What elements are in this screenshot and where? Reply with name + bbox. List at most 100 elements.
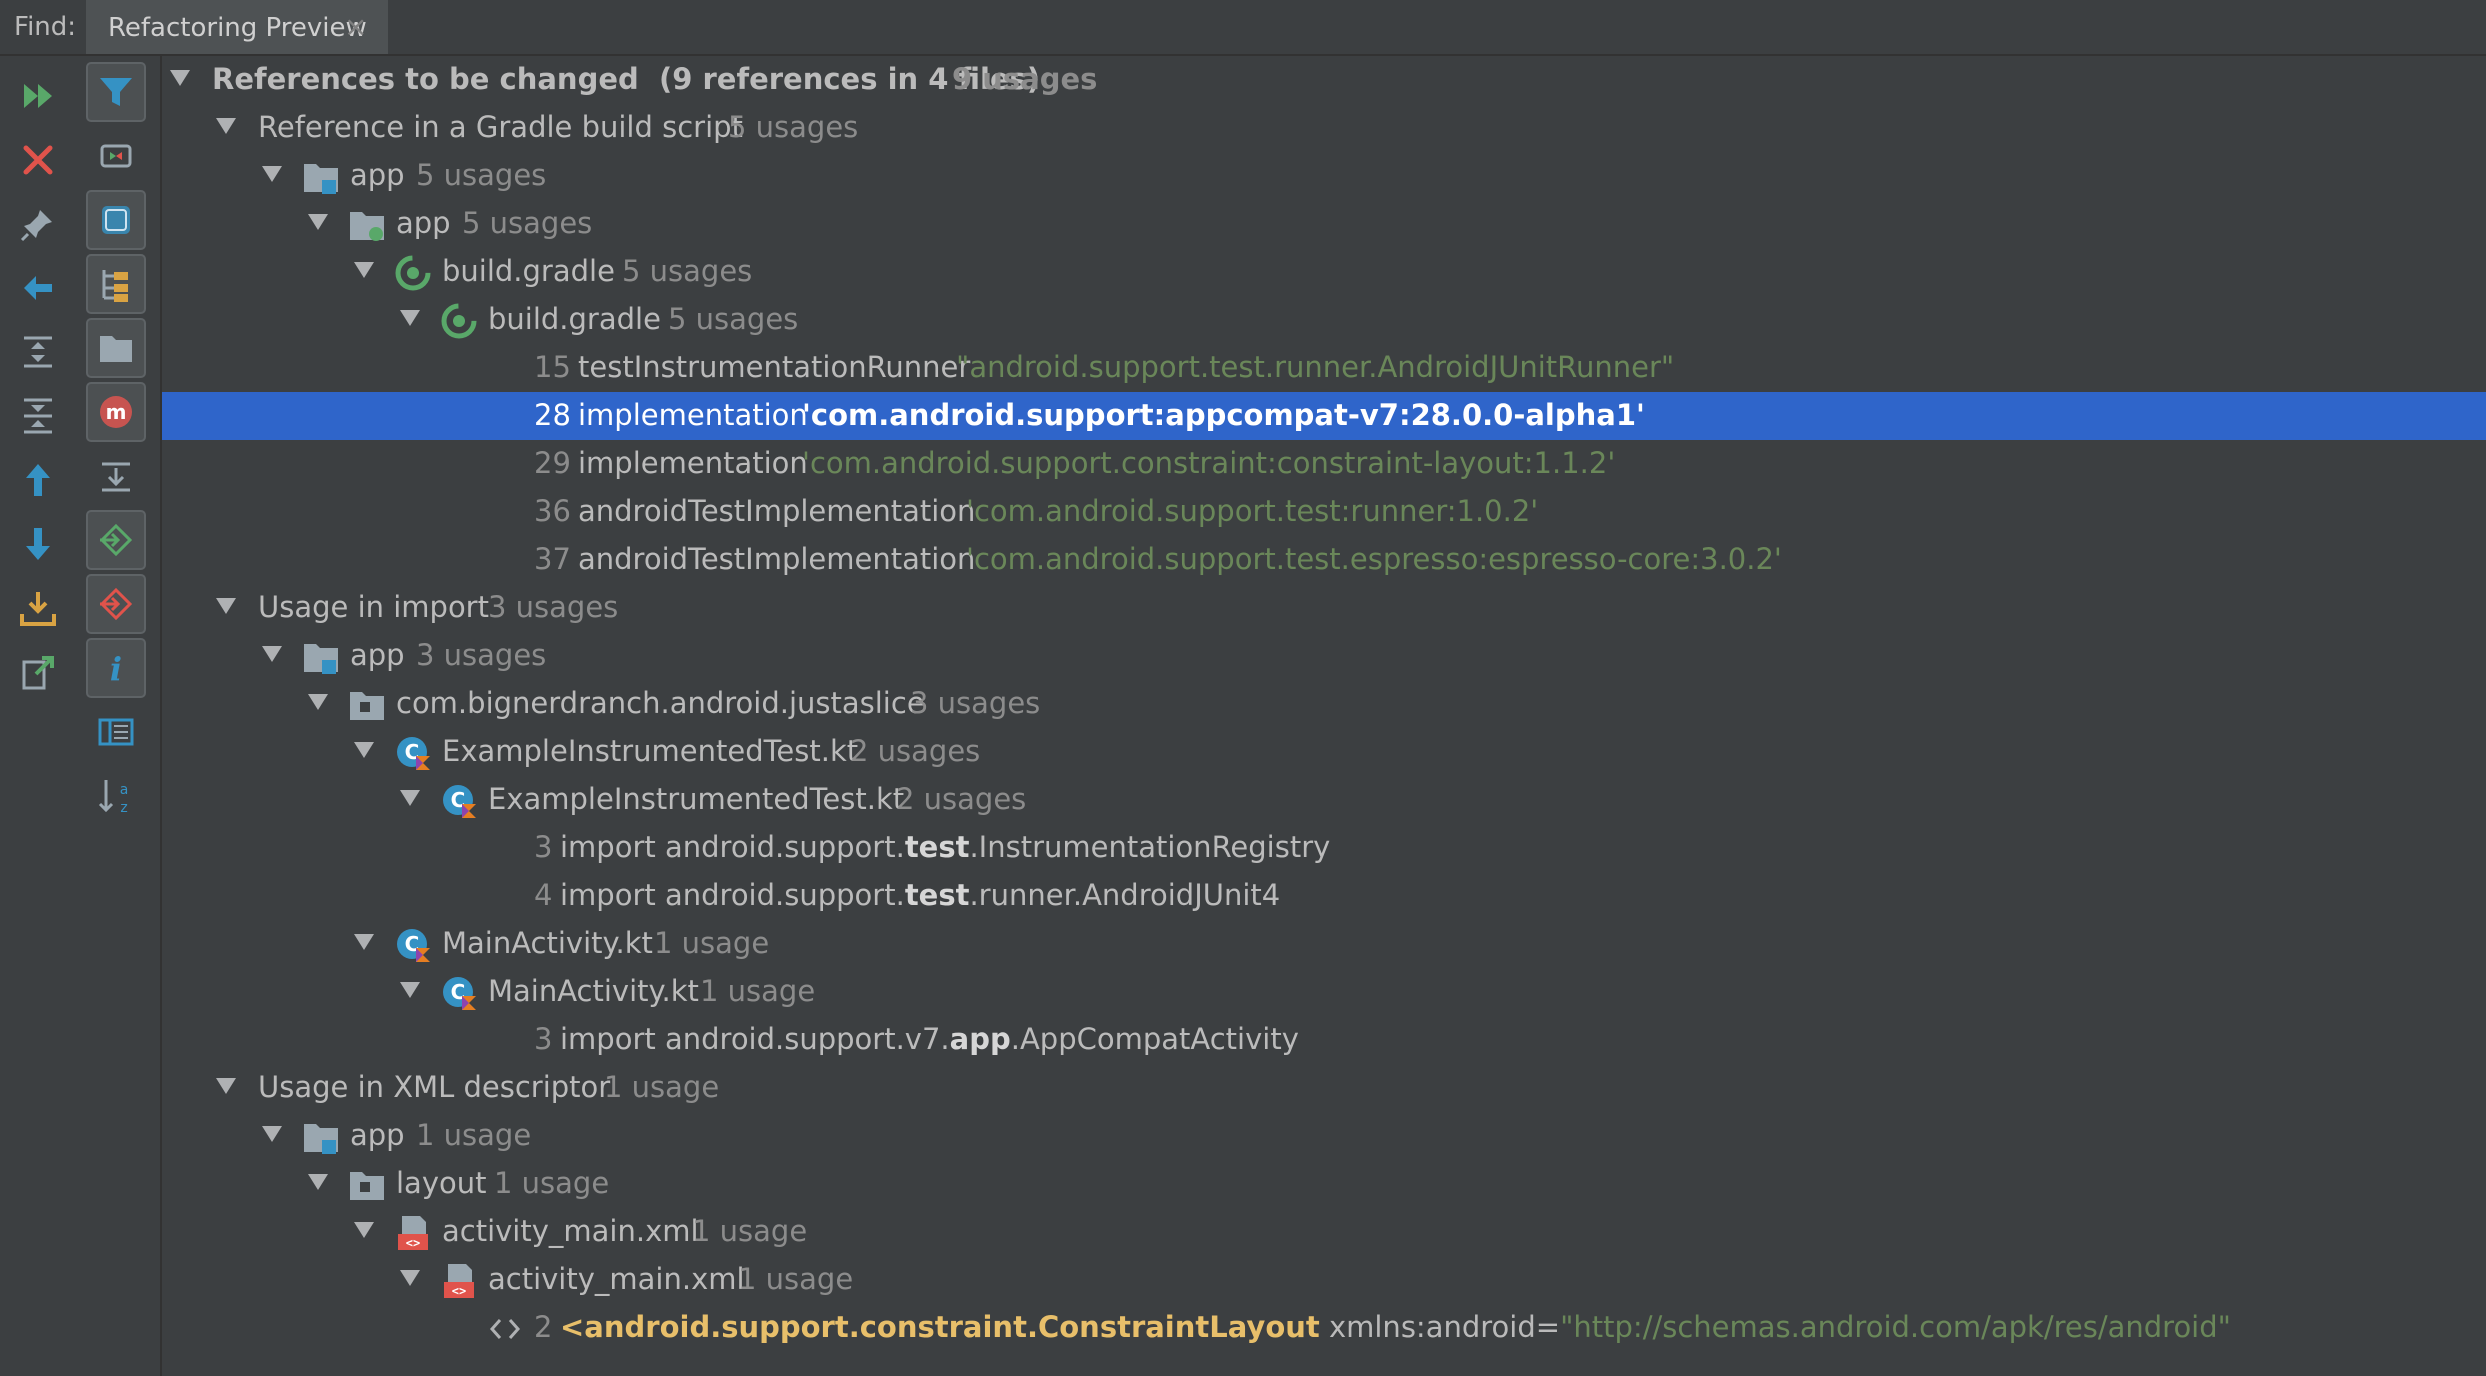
tree-node-file[interactable]: ExampleInstrumentedTest.kt 2 usages [162, 728, 2486, 776]
code-text: testInstrumentationRunner [578, 350, 971, 384]
tree-node-file[interactable]: MainActivity.kt 1 usage [162, 920, 2486, 968]
gradle-icon [394, 254, 432, 292]
expand-arrow-icon[interactable] [398, 786, 422, 810]
node-label: ExampleInstrumentedTest.kt [442, 734, 859, 768]
tree-node-file[interactable]: build.gradle 5 usages [162, 296, 2486, 344]
tree-node-gradle-usages[interactable]: Reference in a Gradle build script 5 usa… [162, 104, 2486, 152]
usage-line[interactable]: 3 import android.support.test.Instrument… [162, 824, 2486, 872]
line-number: 4 [534, 878, 553, 912]
code-line: import android.support.test.Instrumentat… [560, 830, 1330, 864]
group-by-module-icon[interactable] [86, 190, 146, 250]
grouping-toolbar: m i az [78, 56, 162, 1376]
close-icon[interactable] [14, 136, 62, 184]
expand-arrow-icon[interactable] [398, 978, 422, 1002]
highlight: app [949, 1022, 1011, 1056]
node-label: References to be changed (9 references i… [212, 62, 1041, 96]
node-label: com.bignerdranch.android.justaslice [396, 686, 925, 720]
up-icon[interactable] [14, 456, 62, 504]
expand-arrow-icon[interactable] [306, 1170, 330, 1194]
node-count: 1 usage [738, 1262, 854, 1296]
merge-icon[interactable] [86, 446, 146, 506]
node-label: build.gradle [488, 302, 661, 336]
expand-arrow-icon[interactable] [260, 162, 284, 186]
tree-node-file[interactable]: activity_main.xml 1 usage [162, 1208, 2486, 1256]
info-icon[interactable]: i [86, 638, 146, 698]
expand-arrow-icon[interactable] [260, 642, 284, 666]
tree-node-file[interactable]: activity_main.xml 1 usage [162, 1256, 2486, 1304]
expand-arrow-icon[interactable] [352, 738, 376, 762]
usage-line[interactable]: 2 <android.support.constraint.Constraint… [162, 1304, 2486, 1352]
node-count: 1 usage [654, 926, 770, 960]
node-label: MainActivity.kt [488, 974, 699, 1008]
expand-arrow-icon[interactable] [398, 306, 422, 330]
include-icon[interactable] [86, 510, 146, 570]
close-tab-icon[interactable]: × [344, 10, 367, 43]
expand-arrow-icon[interactable] [214, 1074, 238, 1098]
filter-icon[interactable] [86, 62, 146, 122]
usage-line[interactable]: 4 import android.support.test.runner.And… [162, 872, 2486, 920]
expand-arrow-icon[interactable] [214, 594, 238, 618]
expand-arrow-icon[interactable] [352, 930, 376, 954]
expand-arrow-icon[interactable] [214, 114, 238, 138]
folder-icon [348, 1166, 386, 1204]
code-text: androidTestImplementation [578, 542, 976, 576]
expand-arrow-icon[interactable] [398, 1266, 422, 1290]
highlight: test [904, 878, 970, 912]
expand-arrow-icon[interactable] [168, 66, 192, 90]
node-count: 2 usages [896, 782, 1027, 816]
expand-arrow-icon[interactable] [306, 210, 330, 234]
tab-refactoring-preview[interactable]: Refactoring Preview × [86, 0, 388, 54]
pin-icon[interactable] [14, 200, 62, 248]
node-count: 3 usages [910, 686, 1041, 720]
expand-arrow-icon[interactable] [352, 1218, 376, 1242]
tree-node-module[interactable]: app 5 usages [162, 152, 2486, 200]
highlight: test [904, 830, 970, 864]
xml-file-icon [394, 1214, 432, 1252]
tree-node-file[interactable]: ExampleInstrumentedTest.kt 2 usages [162, 776, 2486, 824]
expand-all-icon[interactable] [14, 328, 62, 376]
tree-node-root[interactable]: References to be changed (9 references i… [162, 56, 2486, 104]
line-number: 29 [534, 446, 571, 480]
collapse-all-icon[interactable] [14, 392, 62, 440]
usage-line[interactable]: 36 androidTestImplementation 'com.androi… [162, 488, 2486, 536]
preview-icon[interactable] [86, 702, 146, 762]
node-label: ExampleInstrumentedTest.kt [488, 782, 905, 816]
tree-node-folder[interactable]: layout 1 usage [162, 1160, 2486, 1208]
tree-node-file[interactable]: build.gradle 5 usages [162, 248, 2486, 296]
down-icon[interactable] [14, 520, 62, 568]
group-by-directory-icon[interactable] [86, 318, 146, 378]
tree-node-file[interactable]: MainActivity.kt 1 usage [162, 968, 2486, 1016]
expand-arrow-icon[interactable] [260, 1122, 284, 1146]
usage-line[interactable]: 29 implementation 'com.android.support.c… [162, 440, 2486, 488]
tree-node-module[interactable]: app 3 usages [162, 632, 2486, 680]
tree-node-folder[interactable]: app 5 usages [162, 200, 2486, 248]
tree-node-module[interactable]: app 1 usage [162, 1112, 2486, 1160]
import-icon[interactable] [14, 648, 62, 696]
tree-node-import-usages[interactable]: Usage in import 3 usages [162, 584, 2486, 632]
line-number: 2 [534, 1310, 553, 1344]
node-count: 5 usages [416, 158, 547, 192]
string-literal: "android.support.test.runner.AndroidJUni… [956, 350, 1675, 384]
string-literal: "http://schemas.android.com/apk/res/andr… [1560, 1310, 2231, 1344]
expand-arrow-icon[interactable] [352, 258, 376, 282]
group-by-package-icon[interactable] [86, 254, 146, 314]
tab-label: Refactoring Preview [108, 13, 367, 43]
usage-line[interactable]: 37 androidTestImplementation 'com.androi… [162, 536, 2486, 584]
group-by-type-icon[interactable] [86, 126, 146, 186]
tree-node-xml-usages[interactable]: Usage in XML descriptor 1 usage [162, 1064, 2486, 1112]
xml-attribute: xmlns:android= [1319, 1310, 1561, 1344]
export-icon[interactable] [14, 584, 62, 632]
previous-occurrence-icon[interactable] [14, 264, 62, 312]
usage-line[interactable]: 15 testInstrumentationRunner "android.su… [162, 344, 2486, 392]
svg-text:i: i [110, 650, 122, 688]
expand-arrow-icon[interactable] [306, 690, 330, 714]
xml-file-icon [440, 1262, 478, 1300]
sort-icon[interactable]: az [86, 766, 146, 826]
exclude-icon[interactable] [86, 574, 146, 634]
usage-line-selected[interactable]: 28 implementation 'com.android.support:a… [162, 392, 2486, 440]
rerun-icon[interactable] [14, 72, 62, 120]
group-by-method-icon[interactable]: m [86, 382, 146, 442]
node-count: 5 usages [668, 302, 799, 336]
usage-line[interactable]: 3 import android.support.v7.app.AppCompa… [162, 1016, 2486, 1064]
tree-node-package[interactable]: com.bignerdranch.android.justaslice 3 us… [162, 680, 2486, 728]
